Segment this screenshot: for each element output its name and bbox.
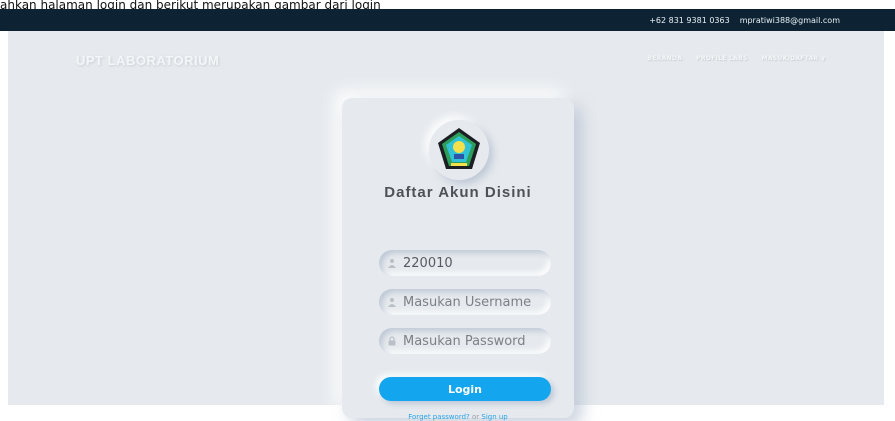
shield-emblem-icon <box>438 128 480 169</box>
lock-icon <box>388 336 396 346</box>
contact-phone: +62 831 9381 0363 <box>649 15 730 25</box>
login-button[interactable]: Login <box>379 377 551 401</box>
username-input[interactable] <box>403 294 543 310</box>
top-info-bar: +62 831 9381 0363 mpratiwi388@gmail.com <box>0 9 895 31</box>
auth-links: Forget password? or Sign up <box>342 413 574 421</box>
institution-logo <box>429 120 489 180</box>
forgot-password-link[interactable]: Forget password? <box>408 413 469 421</box>
sign-up-link[interactable]: Sign up <box>481 413 507 421</box>
main-nav: BERANDA PROFILE LABS MASUK/DAFTAR ∨ <box>647 55 826 62</box>
nav-item-profile-labs[interactable]: PROFILE LABS <box>696 55 747 62</box>
id-input[interactable] <box>403 255 543 271</box>
id-field[interactable] <box>379 250 551 276</box>
user-icon <box>388 298 396 307</box>
page-body: UPT LABORATORIUM BERANDA PROFILE LABS MA… <box>8 31 884 421</box>
site-brand[interactable]: UPT LABORATORIUM <box>76 53 219 68</box>
nav-item-beranda[interactable]: BERANDA <box>647 55 682 62</box>
nav-item-masuk-daftar[interactable]: MASUK/DAFTAR ∨ <box>762 55 826 62</box>
password-input[interactable] <box>403 333 543 349</box>
user-icon <box>388 259 396 268</box>
form-heading: Daftar Akun Disini <box>384 184 532 201</box>
contact-email[interactable]: mpratiwi388@gmail.com <box>740 16 840 25</box>
password-field[interactable] <box>379 328 551 354</box>
or-separator: or <box>471 413 480 421</box>
username-field[interactable] <box>379 289 551 315</box>
login-card: Daftar Akun Disini Login Forget password… <box>342 98 574 421</box>
